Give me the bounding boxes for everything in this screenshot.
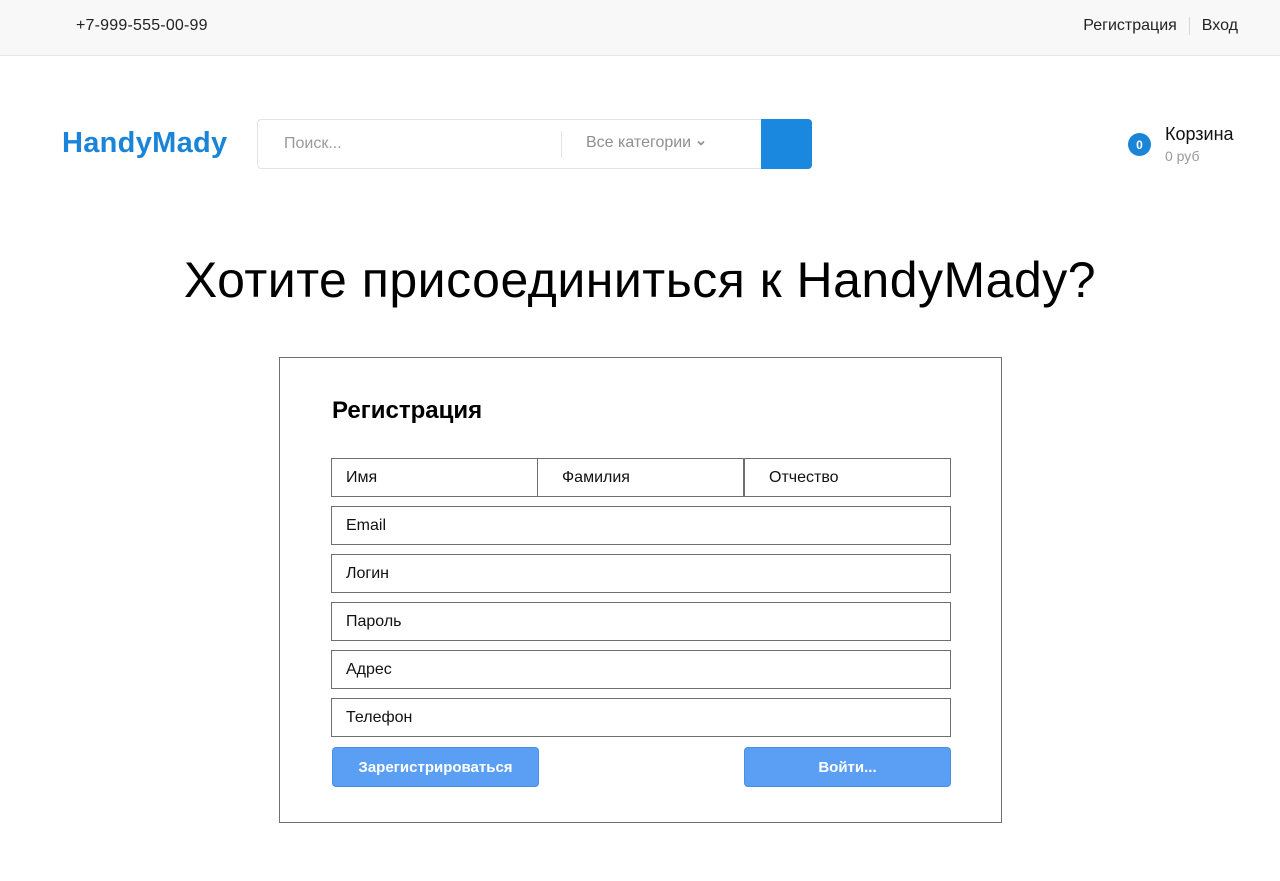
site-logo[interactable]: HandyMady [62,127,227,160]
chevron-down-icon [697,140,705,146]
search-input[interactable] [258,120,561,168]
category-label: Все категории [586,134,692,151]
registration-card: Регистрация Зарегистрироваться Войти... [279,357,1002,823]
address-field[interactable] [331,650,951,689]
cart[interactable]: 0 Корзина 0 руб [1128,123,1243,167]
divider [1188,17,1190,35]
page-headline: Хотите присоединиться к HandyMady? [183,252,1097,308]
form-title: Регистрация [332,397,483,424]
phone-number[interactable]: +7-999-555-00-99 [76,17,208,35]
auth-links: Регистрация Вход [1083,17,1238,35]
cart-count-badge: 0 [1128,133,1151,156]
top-bar: +7-999-555-00-99 Регистрация Вход [0,0,1280,56]
login-button[interactable]: Войти... [744,747,951,787]
patronymic-field[interactable] [744,458,951,497]
cart-label: Корзина [1165,124,1234,144]
search-bar: Все категории [257,119,812,169]
phone-field[interactable] [331,698,951,737]
last-name-field[interactable] [537,458,744,497]
register-button[interactable]: Зарегистрироваться [332,747,539,787]
divider [561,131,562,158]
register-link[interactable]: Регистрация [1083,17,1177,35]
first-name-field[interactable] [331,458,538,497]
email-field[interactable] [331,506,951,545]
login-link[interactable]: Вход [1202,17,1238,35]
cart-total: 0 руб [1165,148,1200,164]
password-field[interactable] [331,602,951,641]
login-field[interactable] [331,554,951,593]
category-dropdown[interactable]: Все категории [586,134,706,152]
search-button[interactable] [761,119,812,169]
